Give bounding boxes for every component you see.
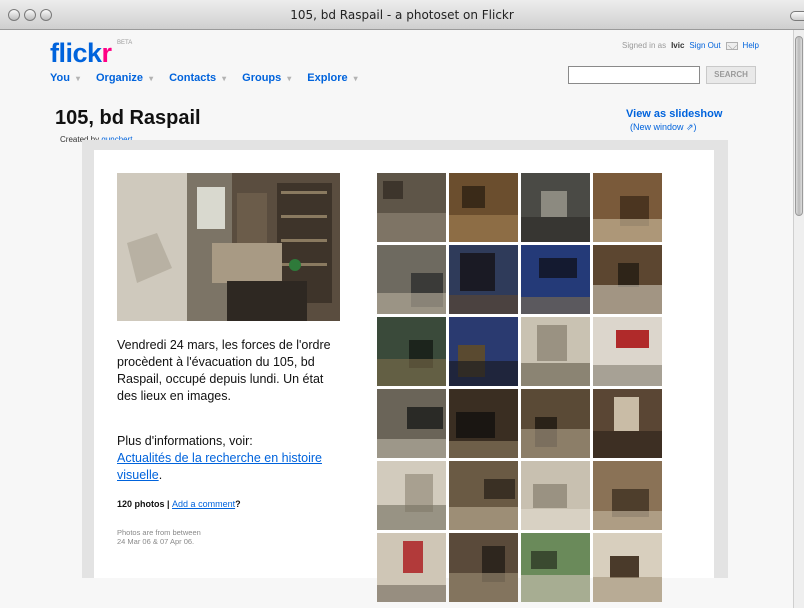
logo-text: flick xyxy=(50,38,102,68)
date-range-label: Photos are from between xyxy=(117,528,201,537)
more-info-suffix: . xyxy=(158,468,163,482)
photo-thumbnail[interactable] xyxy=(449,317,518,386)
set-description: Vendredi 24 mars, les forces de l'ordre … xyxy=(117,338,331,403)
nav-contacts[interactable]: Contacts xyxy=(169,72,216,84)
photo-thumbnail[interactable] xyxy=(593,461,662,530)
more-info: Plus d'informations, voir: Actualités de… xyxy=(117,433,342,484)
nav-organize[interactable]: Organize xyxy=(96,72,143,84)
nav-contacts-dropdown-icon[interactable]: ▾ xyxy=(222,74,226,83)
mail-icon[interactable] xyxy=(725,41,738,50)
photo-thumbnail[interactable] xyxy=(521,317,590,386)
histoire-visuelle-link[interactable]: Actualités de la recherche en histoire v… xyxy=(117,451,322,482)
photo-thumbnail[interactable] xyxy=(449,245,518,314)
photo-thumbnail[interactable] xyxy=(593,317,662,386)
vertical-scrollbar[interactable] xyxy=(793,30,804,608)
photo-thumbnail[interactable] xyxy=(521,245,590,314)
logo-accent: r xyxy=(101,38,113,68)
photo-thumbnail[interactable] xyxy=(377,245,446,314)
nav-groups-dropdown-icon[interactable]: ▾ xyxy=(287,74,291,83)
photo-thumbnail[interactable] xyxy=(377,533,446,602)
page-title: 105, bd Raspail xyxy=(55,107,201,129)
toolbar-toggle-button[interactable] xyxy=(790,11,804,21)
photo-thumbnail[interactable] xyxy=(377,173,446,242)
new-window-link[interactable]: (New window ⇗) xyxy=(630,122,697,133)
thumbnail-grid xyxy=(377,173,662,602)
photo-thumbnail[interactable] xyxy=(521,173,590,242)
flickr-logo[interactable]: flickr xyxy=(50,38,112,69)
search-button[interactable]: SEARCH xyxy=(706,66,756,84)
window-title: 105, bd Raspail - a photoset on Flickr xyxy=(290,8,514,22)
username-link[interactable]: Ivic xyxy=(671,41,684,50)
comment-suffix: ? xyxy=(235,499,241,509)
add-comment-link[interactable]: Add a comment xyxy=(172,499,235,509)
photo-count: 120 photos xyxy=(117,499,165,509)
date-range-values: 24 Mar 06 & 07 Apr 06. xyxy=(117,537,195,546)
date-range: Photos are from between 24 Mar 06 & 07 A… xyxy=(117,528,317,546)
scrollbar-thumb[interactable] xyxy=(795,36,803,216)
more-info-label: Plus d'informations, voir: xyxy=(117,434,253,448)
photo-thumbnail[interactable] xyxy=(377,461,446,530)
photo-thumbnail[interactable] xyxy=(449,173,518,242)
main-nav: You ▾ Organize ▾ Contacts ▾ Groups ▾ Exp… xyxy=(50,72,374,84)
photo-thumbnail[interactable] xyxy=(449,461,518,530)
sign-out-link[interactable]: Sign Out xyxy=(689,41,720,50)
count-separator: | xyxy=(164,499,173,509)
nav-you[interactable]: You xyxy=(50,72,70,84)
nav-explore-dropdown-icon[interactable]: ▾ xyxy=(354,74,358,83)
photo-thumbnail[interactable] xyxy=(593,389,662,458)
window-titlebar: 105, bd Raspail - a photoset on Flickr xyxy=(0,0,804,30)
beta-label: BETA xyxy=(117,40,133,46)
view-slideshow-link[interactable]: View as slideshow xyxy=(626,108,722,120)
photo-thumbnail[interactable] xyxy=(593,533,662,602)
signed-in-label: Signed in as xyxy=(622,41,667,50)
help-link[interactable]: Help xyxy=(743,41,759,50)
photo-thumbnail[interactable] xyxy=(521,533,590,602)
photo-thumbnail[interactable] xyxy=(377,317,446,386)
photo-thumbnail[interactable] xyxy=(593,173,662,242)
photo-thumbnail[interactable] xyxy=(449,533,518,602)
photo-count-line: 120 photos | Add a comment? xyxy=(117,499,241,509)
nav-organize-dropdown-icon[interactable]: ▾ xyxy=(149,74,153,83)
photo-thumbnail[interactable] xyxy=(521,461,590,530)
photo-thumbnail[interactable] xyxy=(593,245,662,314)
nav-you-dropdown-icon[interactable]: ▾ xyxy=(76,74,80,83)
cover-photo[interactable] xyxy=(117,173,340,321)
photo-thumbnail[interactable] xyxy=(377,389,446,458)
nav-groups[interactable]: Groups xyxy=(242,72,281,84)
nav-explore[interactable]: Explore xyxy=(307,72,347,84)
photo-thumbnail[interactable] xyxy=(521,389,590,458)
photo-thumbnail[interactable] xyxy=(449,389,518,458)
cover-photo-image xyxy=(117,173,340,321)
account-bar: Signed in as Ivic Sign Out Help xyxy=(622,41,759,50)
search-input[interactable] xyxy=(568,66,700,84)
